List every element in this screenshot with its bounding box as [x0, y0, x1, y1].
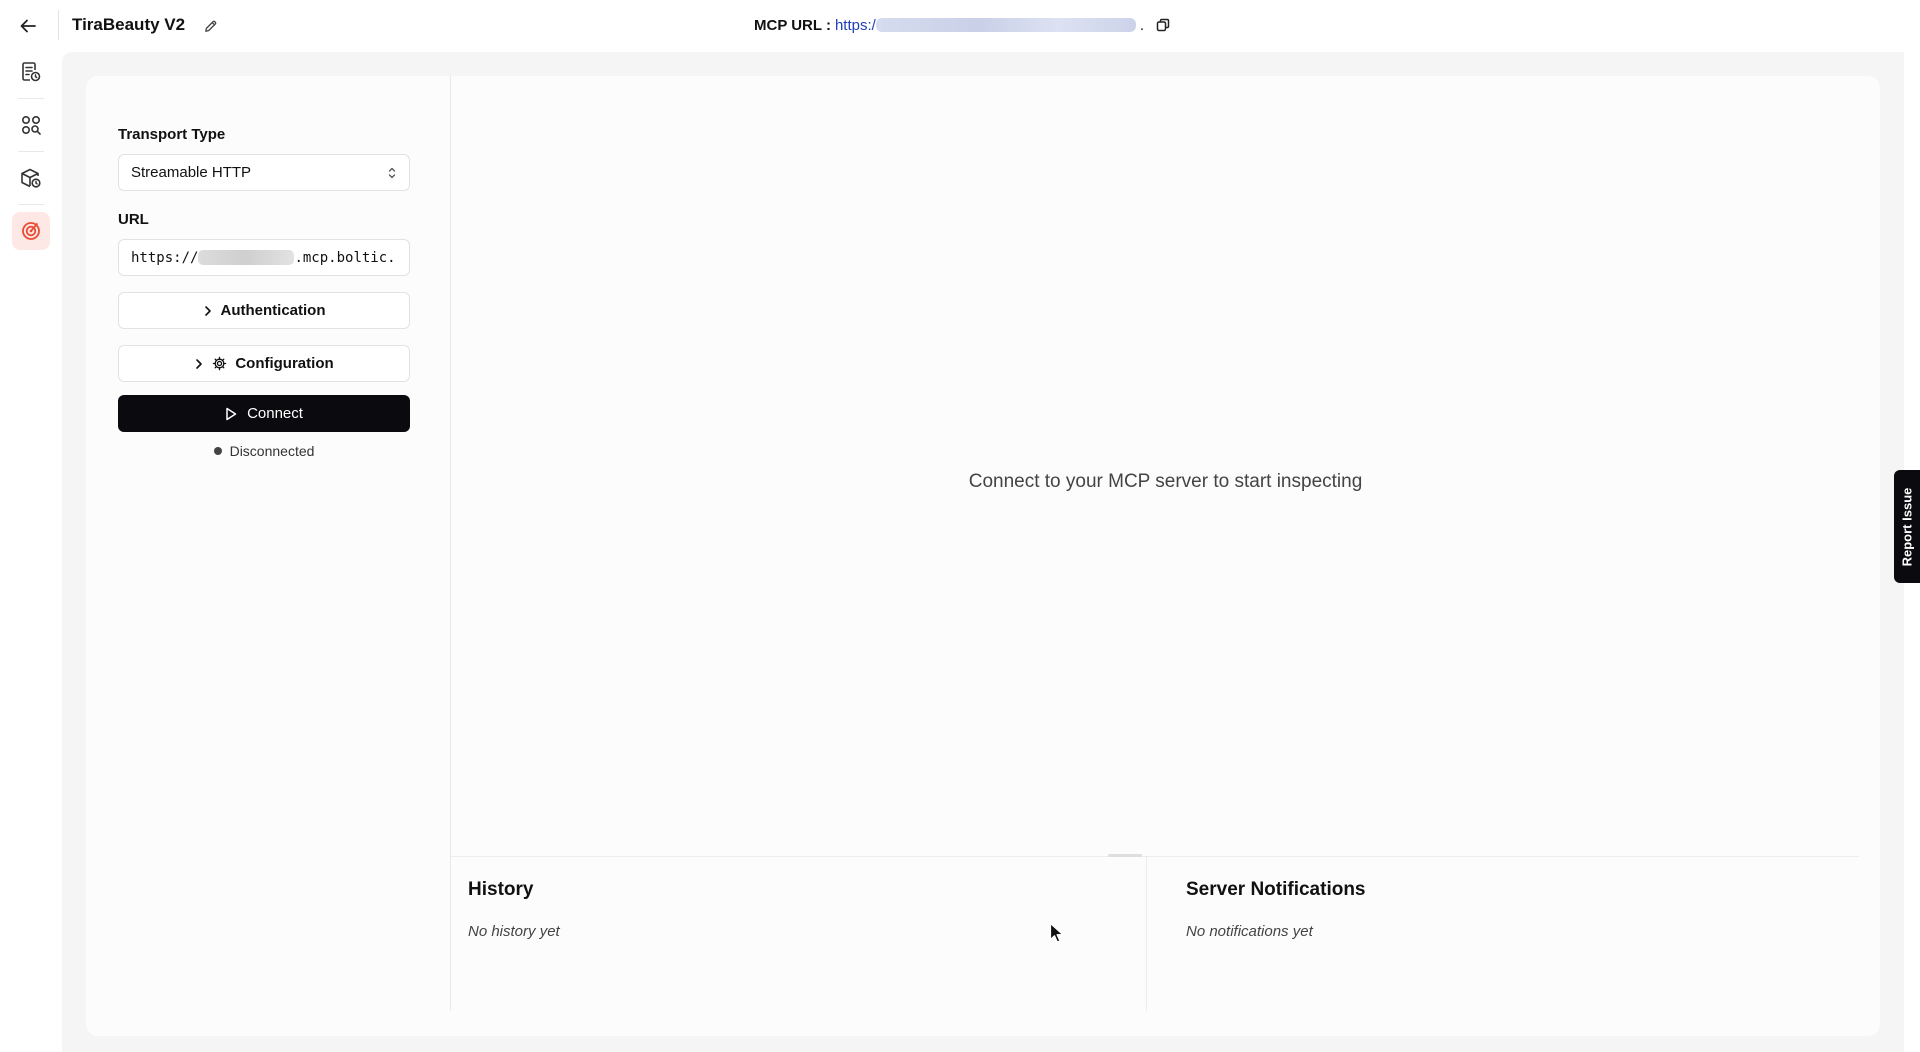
mcp-url-link[interactable]: https:/ — [835, 17, 876, 34]
mcp-url-display: MCP URL : https:/ . — [754, 16, 1172, 34]
apps-search-icon — [21, 115, 41, 135]
package-clock-icon — [21, 168, 41, 188]
transport-type-label: Transport Type — [118, 126, 226, 143]
header-divider — [58, 10, 59, 40]
edit-title-button[interactable] — [200, 16, 220, 36]
pencil-icon — [204, 20, 216, 32]
back-button[interactable] — [14, 12, 42, 40]
sidebar-item-inspector[interactable] — [12, 212, 50, 250]
empty-state-message: Connect to your MCP server to start insp… — [968, 471, 1363, 492]
document-clock-icon — [22, 62, 41, 82]
connect-button[interactable]: Connect — [118, 395, 410, 432]
mcp-url-redacted — [875, 18, 1136, 32]
sidebar-divider — [18, 98, 44, 99]
sidebar-divider — [18, 151, 44, 152]
url-suffix: .mcp.boltic. — [294, 249, 396, 266]
connect-label: Connect — [247, 405, 303, 422]
url-label: URL — [118, 211, 149, 228]
icon-sidebar — [0, 52, 62, 1052]
mcp-url-suffix: . — [1139, 16, 1144, 34]
notifications-title: Server Notifications — [1186, 879, 1366, 900]
top-bar: TiraBeauty V2 MCP URL : https:/ . — [0, 0, 1920, 52]
resize-handle[interactable] — [1108, 854, 1142, 857]
authentication-toggle[interactable]: Authentication — [118, 292, 410, 329]
chevron-right-icon — [204, 305, 211, 316]
configuration-toggle[interactable]: Configuration — [118, 345, 410, 382]
target-icon — [22, 222, 40, 240]
sidebar-item-logs[interactable] — [12, 53, 50, 91]
report-issue-label: Report Issue — [1899, 487, 1915, 566]
mcp-url-label: MCP URL : — [754, 16, 831, 34]
status-text: Disconnected — [229, 443, 315, 459]
play-icon — [226, 407, 237, 420]
pane-divider — [1146, 857, 1147, 1011]
project-title: TiraBeauty V2 — [72, 15, 186, 34]
arrow-left-icon — [20, 19, 36, 33]
sidebar-item-apps[interactable] — [12, 106, 50, 144]
history-title: History — [468, 879, 534, 900]
app-window: TiraBeauty V2 MCP URL : https:/ . Transp… — [0, 0, 1920, 1052]
url-input[interactable]: https:// .mcp.boltic. — [118, 239, 410, 276]
mouse-cursor-icon — [1049, 922, 1064, 943]
sidebar-divider — [18, 204, 44, 205]
chevron-right-icon — [196, 358, 203, 369]
inspector-card: Transport Type Streamable HTTP URL https… — [86, 76, 1880, 1036]
transport-type-value: Streamable HTTP — [131, 164, 252, 181]
authentication-label: Authentication — [220, 302, 326, 319]
chevron-up-down-icon — [388, 167, 396, 178]
connection-panel: Transport Type Streamable HTTP URL https… — [86, 76, 451, 1011]
url-redacted — [198, 250, 295, 265]
copy-icon — [1156, 18, 1170, 32]
notifications-empty-text: No notifications yet — [1186, 923, 1313, 940]
status-dot-icon — [213, 447, 222, 455]
report-issue-button[interactable]: Report Issue — [1894, 470, 1920, 583]
copy-url-button[interactable] — [1154, 16, 1172, 34]
gear-icon — [213, 356, 227, 371]
panel-divider — [451, 856, 1859, 857]
url-prefix: https:// — [131, 249, 199, 266]
history-empty-text: No history yet — [468, 923, 560, 940]
workspace: Transport Type Streamable HTTP URL https… — [62, 52, 1904, 1052]
transport-type-select[interactable]: Streamable HTTP — [118, 154, 410, 191]
configuration-label: Configuration — [235, 355, 334, 372]
connection-status: Disconnected — [118, 443, 410, 459]
sidebar-item-packages[interactable] — [12, 159, 50, 197]
